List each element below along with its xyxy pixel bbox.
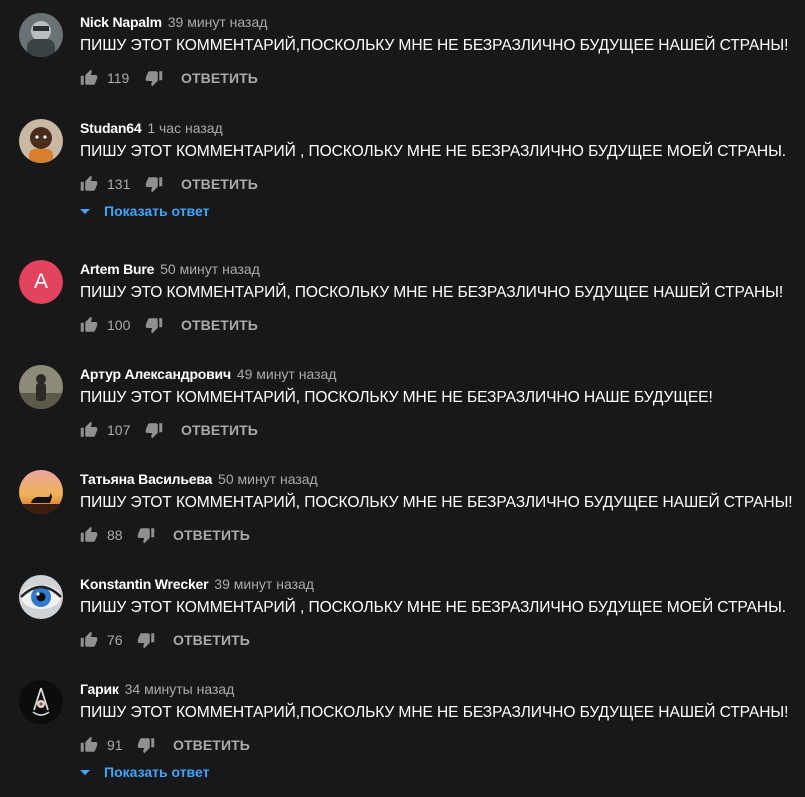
timestamp[interactable]: 34 минуты назад <box>125 681 235 697</box>
comment-text: ПИШУ ЭТО КОММЕНТАРИЙ, ПОСКОЛЬКУ МНЕ НЕ Б… <box>80 284 784 301</box>
author-name[interactable]: Татьяна Васильева <box>80 471 212 487</box>
avatar[interactable] <box>19 575 63 619</box>
comment-actions: 76 ОТВЕТИТЬ <box>80 628 250 652</box>
caret-down-icon <box>80 769 90 775</box>
avatar[interactable] <box>19 680 63 724</box>
avatar-letter: A <box>19 260 63 304</box>
comment-header: Konstantin Wrecker 39 минут назад <box>80 575 314 593</box>
thumbs-up-icon[interactable] <box>80 526 98 544</box>
comment-header: Гарик 34 минуты назад <box>80 680 234 698</box>
like-count: 88 <box>107 527 123 543</box>
like-count: 131 <box>107 176 131 192</box>
like-count: 76 <box>107 632 123 648</box>
author-name[interactable]: Konstantin Wrecker <box>80 576 209 592</box>
like-count: 119 <box>107 70 130 86</box>
comment-text: ПИШУ ЭТОТ КОММЕНТАРИЙ, ПОСКОЛЬКУ МНЕ НЕ … <box>80 389 713 406</box>
thumbs-up-icon[interactable] <box>80 69 98 87</box>
comment-header: Артур Александрович 49 минут назад <box>80 365 336 383</box>
comment-header: Artem Bure 50 минут назад <box>80 260 260 278</box>
timestamp[interactable]: 50 минут назад <box>218 471 318 487</box>
comment-text: ПИШУ ЭТОТ КОММЕНТАРИЙ, ПОСКОЛЬКУ МНЕ НЕ … <box>80 494 793 511</box>
thumbs-down-icon[interactable] <box>145 175 163 193</box>
comment-actions: 91 ОТВЕТИТЬ <box>80 733 250 757</box>
comment-text: ПИШУ ЭТОТ КОММЕНТАРИЙ,ПОСКОЛЬКУ МНЕ НЕ Б… <box>80 704 789 721</box>
timestamp[interactable]: 1 час назад <box>147 120 222 136</box>
comment-actions: 100 ОТВЕТИТЬ <box>80 313 258 337</box>
reply-button[interactable]: ОТВЕТИТЬ <box>181 317 258 333</box>
reply-button[interactable]: ОТВЕТИТЬ <box>181 70 258 86</box>
comment-actions: 107 ОТВЕТИТЬ <box>80 418 258 442</box>
like-count: 91 <box>107 737 123 753</box>
reply-button[interactable]: ОТВЕТИТЬ <box>173 527 250 543</box>
author-name[interactable]: Studan64 <box>80 120 142 136</box>
like-count: 100 <box>107 317 131 333</box>
author-name[interactable]: Артур Александрович <box>80 366 231 382</box>
author-name[interactable]: Nick Napalm <box>80 14 162 30</box>
timestamp[interactable]: 39 минут назад <box>168 14 268 30</box>
author-name[interactable]: Гарик <box>80 681 119 697</box>
show-replies-button[interactable]: Показать ответ <box>80 764 209 780</box>
thumbs-up-icon[interactable] <box>80 736 98 754</box>
thumbs-up-icon[interactable] <box>80 631 98 649</box>
author-name[interactable]: Artem Bure <box>80 261 154 277</box>
comment-header: Studan64 1 час назад <box>80 119 223 137</box>
comment-header: Татьяна Васильева 50 минут назад <box>80 470 318 488</box>
comment-text: ПИШУ ЭТОТ КОММЕНТАРИЙ,ПОСКОЛЬКУ МНЕ НЕ Б… <box>80 37 789 54</box>
thumbs-down-icon[interactable] <box>137 631 155 649</box>
thumbs-up-icon[interactable] <box>80 316 98 334</box>
avatar[interactable] <box>19 13 63 57</box>
thumbs-down-icon[interactable] <box>137 526 155 544</box>
reply-button[interactable]: ОТВЕТИТЬ <box>181 422 258 438</box>
avatar[interactable] <box>19 365 63 409</box>
like-count: 107 <box>107 422 131 438</box>
thumbs-down-icon[interactable] <box>145 421 163 439</box>
thumbs-down-icon[interactable] <box>137 736 155 754</box>
comment-header: Nick Napalm 39 минут назад <box>80 13 267 31</box>
avatar[interactable] <box>19 119 63 163</box>
thumbs-up-icon[interactable] <box>80 421 98 439</box>
show-replies-button[interactable]: Показать ответ <box>80 203 209 219</box>
comment-actions: 119 ОТВЕТИТЬ <box>80 66 258 90</box>
reply-button[interactable]: ОТВЕТИТЬ <box>173 632 250 648</box>
avatar[interactable] <box>19 470 63 514</box>
reply-button[interactable]: ОТВЕТИТЬ <box>181 176 258 192</box>
show-replies-label: Показать ответ <box>104 764 210 780</box>
timestamp[interactable]: 50 минут назад <box>160 261 260 277</box>
thumbs-down-icon[interactable] <box>145 69 163 87</box>
comment-text: ПИШУ ЭТОТ КОММЕНТАРИЙ , ПОСКОЛЬКУ МНЕ НЕ… <box>80 143 787 160</box>
show-replies-label: Показать ответ <box>104 203 210 219</box>
comment-actions: 131 ОТВЕТИТЬ <box>80 172 258 196</box>
comment-actions: 88 ОТВЕТИТЬ <box>80 523 250 547</box>
thumbs-up-icon[interactable] <box>80 175 98 193</box>
timestamp[interactable]: 39 минут назад <box>214 576 314 592</box>
caret-down-icon <box>80 208 90 214</box>
thumbs-down-icon[interactable] <box>145 316 163 334</box>
timestamp[interactable]: 49 минут назад <box>237 366 337 382</box>
avatar[interactable]: A <box>19 260 63 304</box>
comment-text: ПИШУ ЭТОТ КОММЕНТАРИЙ , ПОСКОЛЬКУ МНЕ НЕ… <box>80 599 787 616</box>
reply-button[interactable]: ОТВЕТИТЬ <box>173 737 250 753</box>
